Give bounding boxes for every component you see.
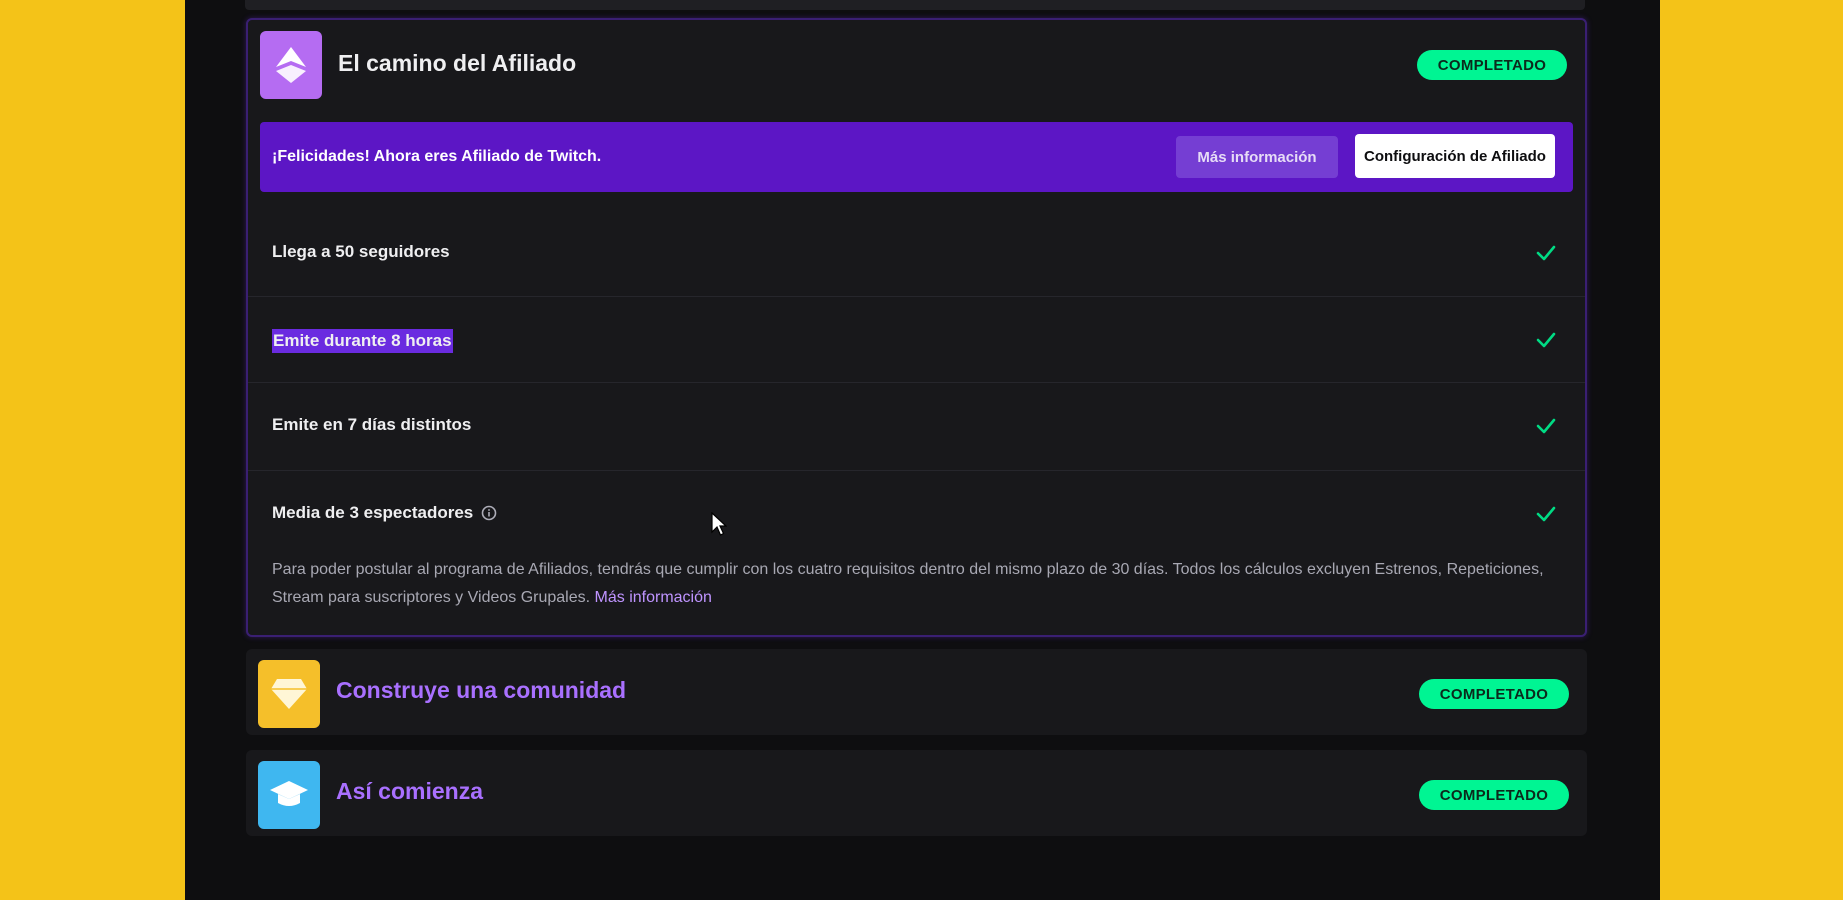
achievements-page: El camino del Afiliado COMPLETADO ¡Felic… — [185, 0, 1660, 900]
requirement-row: Llega a 50 seguidores — [248, 210, 1585, 296]
requirement-row: Media de 3 espectadores — [248, 470, 1585, 556]
start-card-title: Así comienza — [336, 778, 483, 804]
community-card[interactable]: Construye una comunidad COMPLETADO — [246, 649, 1587, 735]
affiliate-status-badge: COMPLETADO — [1417, 50, 1567, 80]
affiliate-card-title: El camino del Afiliado — [338, 50, 577, 76]
affiliate-congrats-banner: ¡Felicidades! Ahora eres Afiliado de Twi… — [260, 122, 1573, 192]
footnote-more-info-link[interactable]: Más información — [595, 589, 712, 606]
start-status-badge: COMPLETADO — [1419, 780, 1569, 810]
check-icon — [1536, 418, 1556, 434]
requirement-row: Emite en 7 días distintos — [248, 382, 1585, 468]
info-icon[interactable] — [481, 505, 497, 521]
requirement-label: Media de 3 espectadores — [272, 503, 497, 523]
requirement-label: Llega a 50 seguidores — [272, 242, 450, 261]
graduation-cap-icon — [258, 761, 320, 829]
requirement-row: Emite durante 8 horas — [248, 296, 1585, 382]
mouse-cursor-icon — [711, 512, 727, 536]
check-icon — [1536, 506, 1556, 522]
more-info-button[interactable]: Más información — [1176, 136, 1338, 178]
affiliate-settings-button[interactable]: Configuración de Afiliado — [1355, 134, 1555, 178]
check-icon — [1536, 332, 1556, 348]
requirement-label: Emite durante 8 horas — [272, 329, 453, 353]
affiliate-badge-icon — [260, 31, 322, 99]
diamond-icon — [258, 660, 320, 728]
previous-card-edge — [245, 0, 1585, 10]
community-card-title: Construye una comunidad — [336, 677, 627, 703]
affiliate-footnote: Para poder postular al programa de Afili… — [272, 556, 1562, 612]
banner-message: ¡Felicidades! Ahora eres Afiliado de Twi… — [272, 148, 602, 165]
start-card[interactable]: Así comienza COMPLETADO — [246, 750, 1587, 836]
footnote-text: Para poder postular al programa de Afili… — [272, 561, 1544, 606]
affiliate-path-card: El camino del Afiliado COMPLETADO ¡Felic… — [246, 18, 1587, 637]
affiliate-card-header[interactable]: El camino del Afiliado COMPLETADO — [248, 20, 1585, 112]
requirement-label: Emite en 7 días distintos — [272, 415, 472, 434]
check-icon — [1536, 245, 1556, 261]
community-status-badge: COMPLETADO — [1419, 679, 1569, 709]
